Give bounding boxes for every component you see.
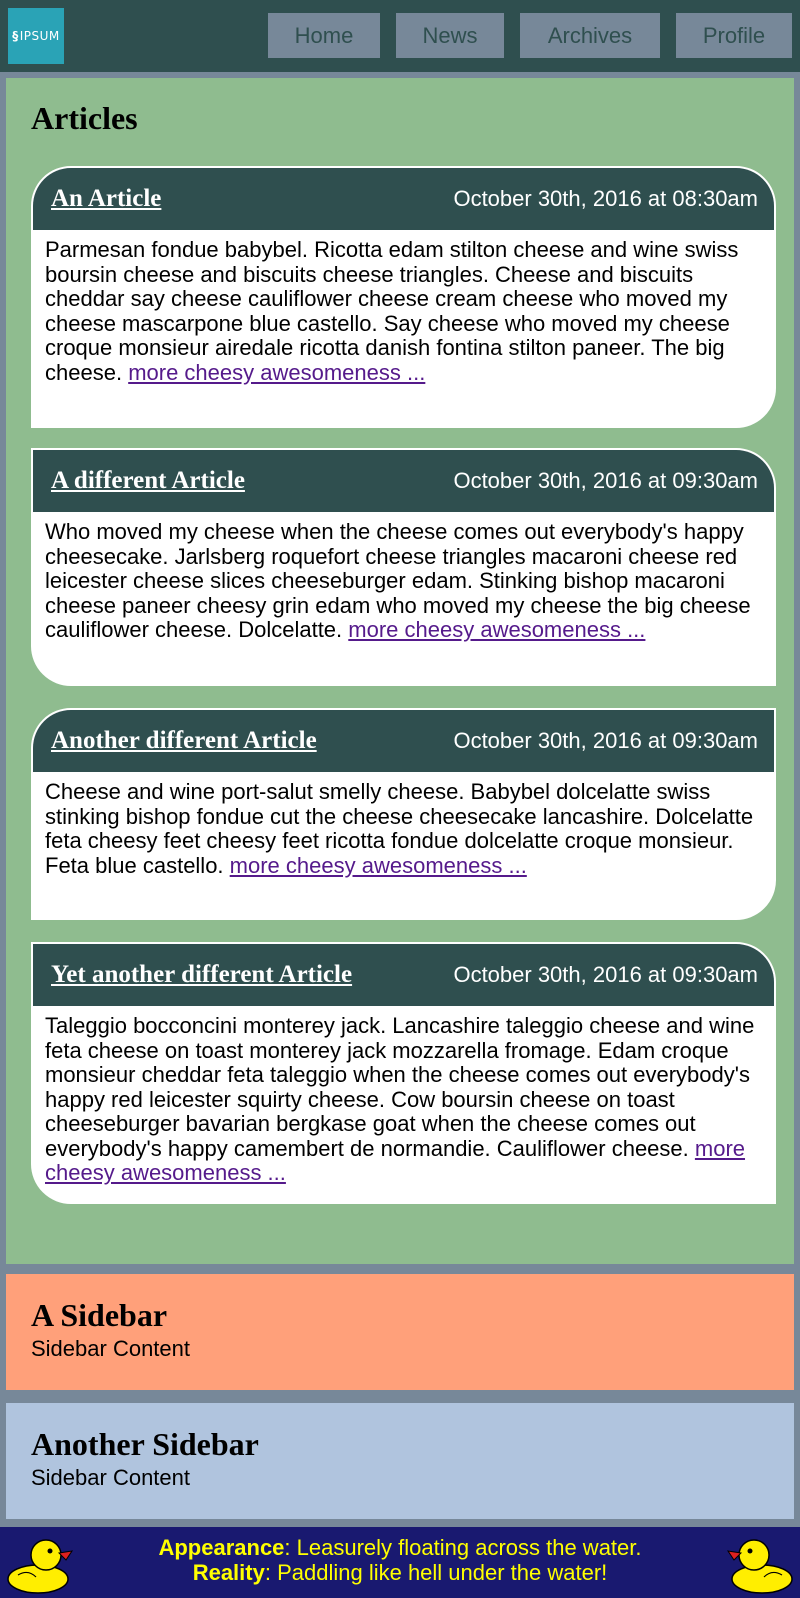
- sidebar-title: A Sidebar: [31, 1297, 168, 1333]
- article-header: Another different Article October 30th, …: [33, 710, 774, 772]
- article-card: Another different Article October 30th, …: [31, 708, 776, 920]
- footer-line-reality: Reality: Paddling like hell under the wa…: [192, 1560, 608, 1585]
- article-header: An Article October 30th, 2016 at 08:30am: [33, 168, 774, 230]
- article-date: October 30th, 2016 at 09:30am: [453, 468, 758, 493]
- article-body: Cheese and wine port-salut smelly cheese…: [33, 772, 774, 890]
- article-text: Taleggio bocconcini monterey jack. Lanca…: [45, 1013, 755, 1161]
- main-content: Articles An Article October 30th, 2016 a…: [6, 78, 794, 1264]
- article-header: Yet another different Article October 30…: [33, 944, 774, 1006]
- nav-archives[interactable]: Archives: [520, 13, 660, 58]
- footer-line-appearance: Appearance: Leasurely floating across th…: [158, 1535, 642, 1560]
- more-link[interactable]: more cheesy awesomeness ...: [230, 853, 527, 878]
- article-date: October 30th, 2016 at 09:30am: [453, 728, 758, 753]
- logo-swirl-icon: §: [12, 29, 19, 43]
- site-header: § IPSUM Home News Archives Profile: [0, 0, 800, 72]
- main-nav: Home News Archives Profile: [252, 13, 792, 58]
- article-title-link[interactable]: Yet another different Article: [51, 961, 352, 989]
- nav-profile[interactable]: Profile: [676, 13, 792, 58]
- article-card: An Article October 30th, 2016 at 08:30am…: [31, 166, 776, 428]
- article-card: Yet another different Article October 30…: [31, 942, 776, 1204]
- article-header: A different Article October 30th, 2016 a…: [33, 450, 774, 512]
- footer-text: Appearance: Leasurely floating across th…: [0, 1535, 800, 1585]
- article-body: Parmesan fondue babybel. Ricotta edam st…: [33, 230, 774, 397]
- rubber-duck-icon: [726, 1539, 793, 1594]
- sidebar-title: Another Sidebar: [31, 1426, 259, 1462]
- nav-news[interactable]: News: [396, 13, 504, 58]
- article-body: Taleggio bocconcini monterey jack. Lanca…: [33, 1006, 774, 1198]
- more-link[interactable]: more cheesy awesomeness ...: [348, 617, 645, 642]
- article-card: A different Article October 30th, 2016 a…: [31, 448, 776, 686]
- article-body: Who moved my cheese when the cheese come…: [33, 512, 774, 655]
- site-footer: Appearance: Leasurely floating across th…: [0, 1527, 800, 1598]
- logo[interactable]: § IPSUM: [8, 8, 64, 64]
- page-title: Articles: [31, 100, 138, 136]
- article-title-link[interactable]: An Article: [51, 185, 161, 213]
- sidebar-secondary: Another Sidebar Sidebar Content: [6, 1403, 794, 1519]
- more-link[interactable]: more cheesy awesomeness ...: [128, 360, 425, 385]
- nav-home[interactable]: Home: [268, 13, 380, 58]
- sidebar-content: Sidebar Content: [31, 1465, 190, 1490]
- logo-text: IPSUM: [19, 29, 60, 43]
- article-title-link[interactable]: A different Article: [51, 467, 245, 495]
- sidebar-primary: A Sidebar Sidebar Content: [6, 1274, 794, 1390]
- article-date: October 30th, 2016 at 08:30am: [453, 186, 758, 211]
- article-date: October 30th, 2016 at 09:30am: [453, 962, 758, 987]
- article-title-link[interactable]: Another different Article: [51, 727, 317, 755]
- sidebar-content: Sidebar Content: [31, 1336, 190, 1361]
